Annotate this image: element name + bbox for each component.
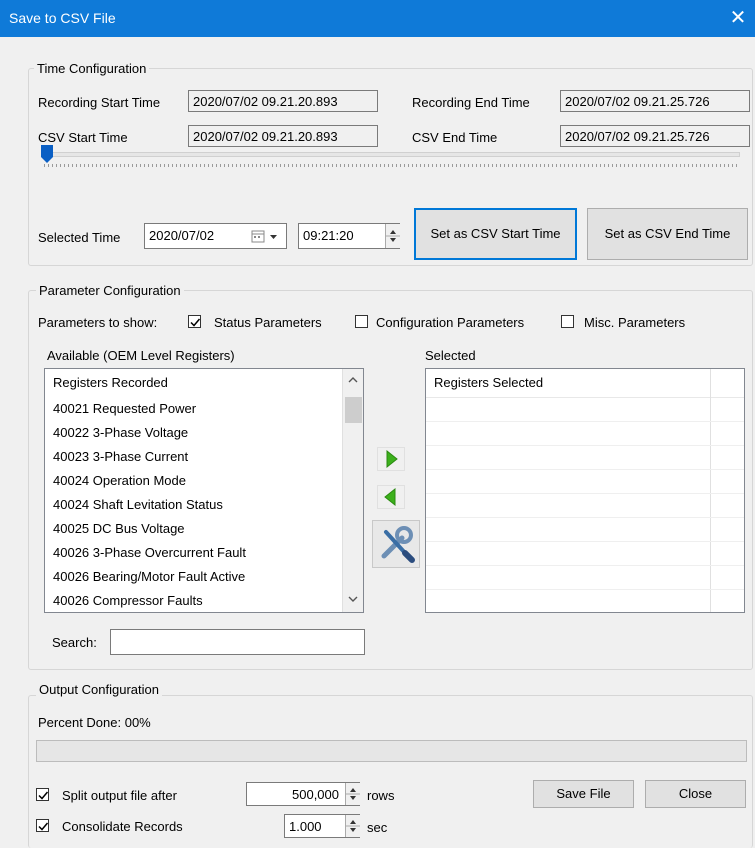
rec-start-label: Recording Start Time [38,95,161,110]
date-value: 2020/07/02 [149,228,215,243]
list-item[interactable]: 40021 Requested Power [45,397,363,421]
slider-thumb[interactable] [40,144,54,164]
save-file-button[interactable]: Save File [533,780,634,808]
status-params-check[interactable] [188,315,201,328]
consolidate-value: 1.000 [289,819,322,834]
time-slider[interactable] [40,144,740,174]
available-registers-list[interactable]: Registers Recorded 40021 Requested Power… [44,368,364,613]
spin-updown-icon[interactable] [346,783,360,805]
arrow-left-icon [377,485,405,509]
status-params-checkbox[interactable]: Status Parameters [188,313,348,331]
checkmark-icon [38,822,49,831]
grid-line [426,589,744,590]
param-config-legend: Parameter Configuration [36,283,184,298]
rec-end-field: 2020/07/02 09.21.25.726 [560,90,750,112]
config-params-label: Configuration Parameters [376,315,525,330]
consolidate-unit-label: sec [367,820,388,835]
rec-end-label: Recording End Time [412,95,530,110]
vertical-scrollbar[interactable] [342,369,363,612]
config-params-checkbox[interactable]: Configuration Parameters [355,313,550,331]
list-item[interactable]: 40026 3-Phase Overcurrent Fault [45,541,363,565]
config-params-check[interactable] [355,315,368,328]
grid-line [426,493,744,494]
output-config-legend: Output Configuration [36,682,162,697]
misc-params-label: Misc. Parameters [584,315,686,330]
split-rows-value: 500,000 [292,787,339,802]
available-label: Available (OEM Level Registers) [47,348,235,363]
available-list-header: Registers Recorded [53,375,168,390]
checkmark-icon [38,791,49,800]
calendar-dropdown-icon[interactable] [251,230,281,244]
search-input[interactable] [110,629,365,655]
wrench-screwdriver-icon [372,520,420,568]
spin-updown-icon[interactable] [386,224,400,248]
remove-register-button[interactable] [377,485,405,509]
csv-end-label: CSV End Time [412,130,498,145]
split-spin-buttons[interactable] [345,783,360,805]
split-output-check[interactable] [36,788,49,801]
consolidate-label: Consolidate Records [62,819,183,834]
checkmark-icon [190,318,201,327]
search-label: Search: [52,635,97,650]
list-item[interactable]: 40026 Bearing/Motor Fault Active [45,565,363,589]
arrow-right-icon [377,447,405,471]
title-bar: Save to CSV File ✕ [0,0,755,37]
split-output-label: Split output file after [62,788,177,803]
split-rows-spinner[interactable]: 500,000 [246,782,360,806]
params-to-show-label: Parameters to show: [38,315,158,330]
rec-start-field: 2020/07/02 09.21.20.893 [188,90,378,112]
grid-line [426,469,744,470]
grid-line [426,421,744,422]
time-value: 09:21:20 [303,228,354,243]
grid-line [426,565,744,566]
list-item[interactable]: 40025 DC Bus Voltage [45,517,363,541]
csv-start-label: CSV Start Time [38,130,128,145]
scroll-thumb[interactable] [345,397,362,423]
close-button[interactable]: Close [645,780,746,808]
time-spinner[interactable]: 09:21:20 [298,223,400,249]
spin-updown-icon[interactable] [346,815,360,837]
consolidate-spinner[interactable]: 1.000 [284,814,360,838]
close-icon[interactable]: ✕ [726,6,750,30]
split-output-checkbox[interactable]: Split output file after [36,786,226,804]
window-title: Save to CSV File [9,10,116,26]
misc-params-check[interactable] [561,315,574,328]
slider-ticks [44,164,738,167]
selected-list-header: Registers Selected [426,369,744,398]
add-register-button[interactable] [377,447,405,471]
slider-track [44,152,740,157]
column-divider [710,369,711,612]
grid-line [426,445,744,446]
grid-line [426,517,744,518]
set-csv-start-button[interactable]: Set as CSV Start Time [414,208,577,260]
time-config-legend: Time Configuration [34,61,150,76]
time-spin-buttons[interactable] [385,224,400,248]
selected-registers-list[interactable]: Registers Selected [425,368,745,613]
consolidate-checkbox[interactable]: Consolidate Records [36,817,226,835]
scroll-down-icon[interactable] [348,595,358,603]
tools-button[interactable] [372,520,420,568]
list-item[interactable]: 40023 3-Phase Current [45,445,363,469]
progress-bar [36,740,747,762]
list-item[interactable]: 40026 Compressor Faults [45,589,363,612]
selected-label: Selected [425,348,476,363]
grid-line [426,541,744,542]
list-item[interactable]: 40024 Shaft Levitation Status [45,493,363,517]
list-item[interactable]: 40022 3-Phase Voltage [45,421,363,445]
split-unit-label: rows [367,788,395,803]
selected-time-label: Selected Time [38,230,121,245]
date-picker[interactable]: 2020/07/02 [144,223,287,249]
scroll-up-icon[interactable] [348,376,358,384]
consolidate-check[interactable] [36,819,49,832]
percent-done-label: Percent Done: 00% [38,715,151,730]
status-params-label: Status Parameters [214,315,322,330]
list-item[interactable]: 40024 Operation Mode [45,469,363,493]
set-csv-end-button[interactable]: Set as CSV End Time [587,208,748,260]
consolidate-spin-buttons[interactable] [345,815,360,837]
misc-params-checkbox[interactable]: Misc. Parameters [561,313,711,331]
